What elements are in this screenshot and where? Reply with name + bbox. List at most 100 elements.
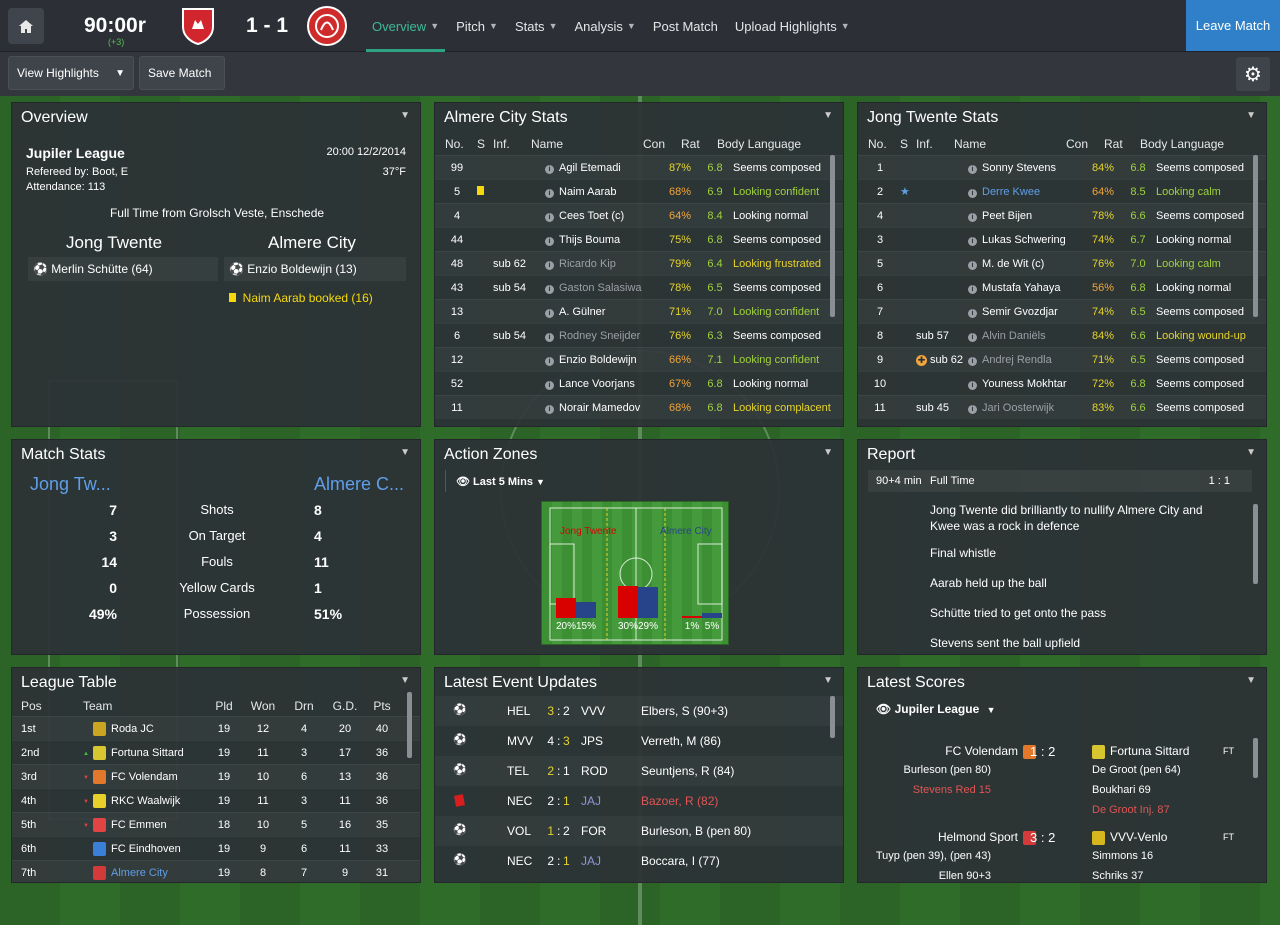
team-cell[interactable]: FC Eindhoven [83,841,207,856]
info-icon[interactable]: i [968,236,977,246]
info-icon[interactable]: i [968,380,977,390]
scrollbar[interactable] [830,696,835,738]
table-row[interactable]: 6th FC Eindhoven 19 9 6 11 33 [12,836,420,860]
player-row[interactable]: 5 i M. de Wit (c) 76% 7.0 Looking calm [858,251,1266,275]
chevron-down-icon[interactable]: ▼ [823,447,833,458]
event-row[interactable]: ⚽ VOL 1:2 FOR Burleson, B (pen 80) [435,816,843,846]
info-icon[interactable]: i [545,236,554,246]
player-name[interactable]: i Agil Etemadi [545,162,659,174]
player-name[interactable]: i Peet Bijen [968,210,1082,222]
column-header[interactable]: No. [868,137,900,151]
event-detail[interactable]: Seuntjens, R (84) [641,764,734,778]
tab-post-match[interactable]: Post Match [647,0,724,52]
event-row[interactable]: NEC 2:1 JAJ Bazoer, R (82) [435,786,843,816]
info-icon[interactable]: i [968,260,977,270]
settings-button[interactable]: ⚙ [1236,57,1270,91]
info-icon[interactable]: i [545,284,554,294]
player-name[interactable]: i Thijs Bouma [545,234,659,246]
column-header[interactable]: Body Language [1140,137,1258,151]
column-header[interactable]: Inf. [493,137,531,151]
player-name[interactable]: i Naim Aarab [545,186,659,198]
player-row[interactable]: 6 sub 54 i Rodney Sneijder 76% 6.3 Seems compo… [435,323,843,347]
player-row[interactable]: 13 i A. Gülner 71% 7.0 Looking confident [435,299,843,323]
player-name[interactable]: i Youness Mokhtar [968,378,1082,390]
column-header[interactable]: Drn [285,699,323,713]
column-header[interactable]: Con [1066,137,1104,151]
team-cell[interactable]: ▼ FC Volendam [83,769,207,784]
column-header[interactable]: Pos [21,699,83,713]
score-home-team[interactable]: Helmond Sport [938,830,1036,845]
player-row[interactable]: 5 i Naim Aarab 68% 6.9 Looking confident [435,179,843,203]
info-icon[interactable]: i [968,284,977,294]
player-name[interactable]: i Enzio Boldewijn [545,354,659,366]
event-detail[interactable]: Boccara, I (77) [641,854,720,868]
chevron-down-icon[interactable]: ▼ [400,447,410,458]
score-match[interactable]: Helmond Sport 3 : 2 VVV-Venlo FT Tuyp (pen 3… [858,828,1266,882]
info-icon[interactable]: i [968,404,977,414]
player-row[interactable]: 12 i Enzio Boldewijn 66% 7.1 Looking confiden… [435,347,843,371]
info-icon[interactable]: i [545,308,554,318]
player-row[interactable]: 10 i Youness Mokhtar 72% 6.8 Seems composed [858,371,1266,395]
player-row[interactable]: 11 i Norair Mamedov 68% 6.8 Looking complacen… [435,395,843,419]
home-button[interactable] [8,8,44,44]
player-row[interactable]: 7 i Semir Gvozdjar 74% 6.5 Seems composed [858,299,1266,323]
chevron-down-icon[interactable]: ▼ [823,110,833,121]
leave-match-button[interactable]: Leave Match [1186,0,1280,51]
scrollbar[interactable] [1253,738,1258,778]
team-cell[interactable]: Almere City [83,865,207,880]
player-row[interactable]: 43 sub 54 i Gaston Salasiwa 78% 6.5 Seems comp… [435,275,843,299]
player-name[interactable]: i A. Gülner [545,306,659,318]
table-row[interactable]: 2nd ▲ Fortuna Sittard 19 11 3 17 36 [12,740,420,764]
info-icon[interactable]: i [545,260,554,270]
info-icon[interactable]: i [545,404,554,414]
save-match-button[interactable]: Save Match [139,56,225,90]
table-row[interactable]: 1st Roda JC 19 12 4 20 40 [12,716,420,740]
info-icon[interactable]: i [968,356,977,366]
player-row[interactable]: 11 sub 45 i Jari Oosterwijk 83% 6.6 Seems comp… [858,395,1266,419]
tab-pitch[interactable]: Pitch ▼ [450,0,504,52]
info-icon[interactable]: i [968,308,977,318]
column-header[interactable]: Pts [367,699,397,713]
score-match[interactable]: FC Volendam 1 : 2 Fortuna Sittard FT Burleso… [858,742,1266,828]
scrollbar[interactable] [1253,504,1258,584]
player-name[interactable]: i Derre Kwee [968,186,1082,198]
player-name[interactable]: i Cees Toet (c) [545,210,659,222]
chevron-down-icon[interactable]: ▼ [1246,447,1256,458]
info-icon[interactable]: i [545,164,554,174]
table-row[interactable]: 5th ▼ FC Emmen 18 10 5 16 35 [12,812,420,836]
info-icon[interactable]: i [545,332,554,342]
chevron-down-icon[interactable]: ▼ [1246,675,1256,686]
column-header[interactable]: Rat [681,137,717,151]
chevron-down-icon[interactable]: ▼ [823,675,833,686]
league-filter-dropdown[interactable]: 👁 Jupiler League ▼ [876,702,996,716]
chevron-down-icon[interactable]: ▼ [400,675,410,686]
event-row[interactable]: ⚽ HEL 3:2 VVV Elbers, S (90+3) [435,696,843,726]
event-detail[interactable]: Elbers, S (90+3) [641,704,728,718]
info-icon[interactable]: i [968,212,977,222]
player-name[interactable]: i Sonny Stevens [968,162,1082,174]
chevron-down-icon[interactable]: ▼ [1246,110,1256,121]
tab-overview[interactable]: Overview ▼ [366,0,446,52]
event-detail[interactable]: Bazoer, R (82) [641,794,718,808]
info-icon[interactable]: i [968,164,977,174]
player-name[interactable]: i Gaston Salasiwa [545,282,659,294]
team-cell[interactable]: ▼ RKC Waalwijk [83,793,207,808]
team-cell[interactable]: ▼ FC Emmen [83,817,207,832]
column-header[interactable]: Con [643,137,681,151]
player-row[interactable]: 4 i Peet Bijen 78% 6.6 Seems composed [858,203,1266,227]
player-row[interactable]: 52 i Lance Voorjans 67% 6.8 Looking normal [435,371,843,395]
table-row[interactable]: 3rd ▼ FC Volendam 19 10 6 13 36 [12,764,420,788]
score-away-team[interactable]: VVV-Venlo [1092,830,1167,845]
player-name[interactable]: i Rodney Sneijder [545,330,659,342]
column-header[interactable]: Won [241,699,285,713]
home-team-crest[interactable] [180,7,216,46]
player-name[interactable]: i Semir Gvozdjar [968,306,1082,318]
score-away-team[interactable]: Fortuna Sittard [1092,744,1189,759]
info-icon[interactable]: i [545,356,554,366]
away-team-crest[interactable] [307,6,347,46]
player-row[interactable]: 48 sub 62 i Ricardo Kip 79% 6.4 Looking frustr… [435,251,843,275]
player-name[interactable]: i Andrej Rendla [968,354,1082,366]
column-header[interactable]: S [900,137,916,151]
player-row[interactable]: 3 i Lukas Schwering 74% 6.7 Looking normal [858,227,1266,251]
player-name[interactable]: i Lukas Schwering [968,234,1082,246]
